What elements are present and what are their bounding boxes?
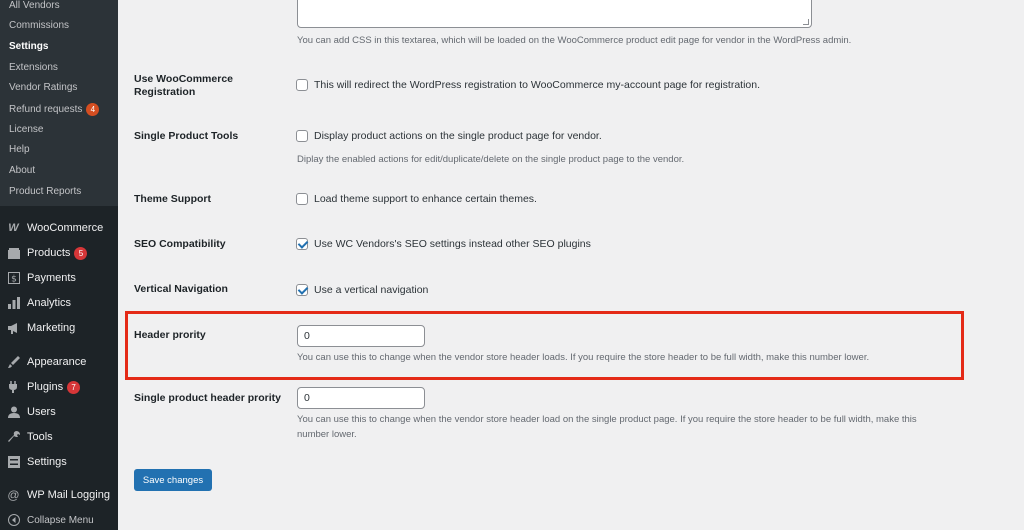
textarea-resize-handle[interactable]	[803, 19, 809, 25]
menu-wp-mail-logging-label: WP Mail Logging	[27, 489, 110, 501]
header-priority-description: You can use this to change when the vend…	[297, 352, 870, 363]
analytics-icon	[6, 296, 21, 310]
single-product-tools-label: Single Product Tools	[134, 130, 239, 142]
woo-registration-option[interactable]: This will redirect the WordPress registr…	[296, 79, 760, 91]
settings-icon	[6, 455, 21, 469]
highlight-box	[125, 311, 964, 380]
submenu-help[interactable]: Help	[9, 144, 30, 156]
menu-payments[interactable]: $ Payments	[6, 270, 76, 286]
single-product-tools-option[interactable]: Display product actions on the single pr…	[296, 130, 602, 142]
custom-css-description: You can add CSS in this textarea, which …	[297, 35, 852, 46]
menu-appearance-label: Appearance	[27, 356, 87, 368]
seo-compatibility-option[interactable]: Use WC Vendors's SEO settings instead ot…	[296, 238, 591, 250]
menu-analytics[interactable]: Analytics	[6, 295, 71, 311]
menu-payments-label: Payments	[27, 272, 76, 284]
single-header-priority-description: You can use this to change when the vend…	[297, 412, 917, 442]
tools-icon	[6, 430, 21, 444]
submenu-refund-requests[interactable]: Refund requests 4	[9, 103, 100, 116]
header-priority-label: Header prority	[134, 329, 206, 341]
users-icon	[6, 405, 21, 419]
appearance-icon	[6, 355, 21, 369]
svg-text:$: $	[11, 275, 17, 285]
seo-compatibility-checkbox[interactable]	[296, 238, 308, 250]
submenu-all-vendors[interactable]: All Vendors	[9, 0, 60, 12]
single-header-priority-label: Single product header prority	[134, 392, 282, 404]
menu-tools[interactable]: Tools	[6, 429, 53, 445]
theme-support-text: Load theme support to enhance certain th…	[314, 193, 537, 205]
vertical-navigation-checkbox[interactable]	[296, 284, 308, 296]
admin-sidebar: All Vendors Commissions Settings Extensi…	[0, 0, 118, 530]
menu-marketing[interactable]: Marketing	[6, 320, 75, 336]
single-product-tools-checkbox[interactable]	[296, 130, 308, 142]
submenu-commissions[interactable]: Commissions	[9, 20, 69, 32]
vertical-navigation-option[interactable]: Use a vertical navigation	[296, 284, 428, 296]
products-icon	[6, 246, 21, 260]
save-changes-button[interactable]: Save changes	[134, 469, 212, 491]
menu-woocommerce-label: WooCommerce	[27, 222, 104, 234]
settings-content: You can add CSS in this textarea, which …	[118, 0, 1024, 530]
vertical-navigation-label: Vertical Navigation	[134, 283, 228, 295]
submenu-about[interactable]: About	[9, 165, 35, 177]
single-product-tools-text: Display product actions on the single pr…	[314, 130, 602, 142]
menu-settings[interactable]: Settings	[6, 454, 67, 470]
woo-registration-text: This will redirect the WordPress registr…	[314, 79, 761, 91]
woo-registration-checkbox[interactable]	[296, 79, 308, 91]
submenu-refund-requests-label: Refund requests	[9, 104, 83, 115]
collapse-menu-label: Collapse Menu	[27, 514, 94, 526]
seo-compatibility-text: Use WC Vendors's SEO settings instead ot…	[314, 238, 591, 250]
menu-plugins[interactable]: Plugins 7	[6, 379, 81, 395]
plugins-icon	[6, 380, 21, 394]
marketing-icon	[6, 321, 21, 335]
payments-icon: $	[6, 271, 21, 285]
theme-support-checkbox[interactable]	[296, 193, 308, 205]
vertical-navigation-text: Use a vertical navigation	[314, 284, 429, 296]
menu-marketing-label: Marketing	[27, 322, 76, 334]
custom-css-textarea[interactable]	[297, 0, 812, 28]
woo-registration-label-line1: Use WooCommerce	[134, 73, 234, 85]
single-header-priority-description-line1: You can use this to change when the vend…	[297, 414, 917, 425]
menu-settings-label: Settings	[27, 456, 67, 468]
menu-appearance[interactable]: Appearance	[6, 354, 86, 370]
plugins-badge: 7	[67, 380, 81, 394]
submenu-extensions[interactable]: Extensions	[9, 62, 58, 74]
collapse-menu-button[interactable]: Collapse Menu	[6, 512, 94, 528]
menu-tools-label: Tools	[27, 431, 53, 443]
submenu-license[interactable]: License	[9, 124, 43, 136]
woo-registration-label: Use WooCommerce Registration	[134, 73, 233, 99]
menu-analytics-label: Analytics	[27, 297, 72, 309]
woo-registration-label-line2: Registration	[134, 86, 196, 98]
at-icon: @	[7, 488, 20, 502]
refund-requests-badge: 4	[86, 103, 100, 116]
single-header-priority-description-line2: number lower.	[297, 429, 357, 440]
menu-products[interactable]: Products 5	[6, 245, 88, 261]
submenu-settings[interactable]: Settings	[9, 41, 48, 53]
menu-wp-mail-logging[interactable]: @ WP Mail Logging	[6, 487, 110, 503]
theme-support-option[interactable]: Load theme support to enhance certain th…	[296, 193, 537, 205]
header-priority-input[interactable]: 0	[297, 325, 425, 347]
products-badge: 5	[74, 246, 88, 260]
seo-compatibility-label: SEO Compatibility	[134, 238, 226, 250]
collapse-icon	[6, 513, 21, 527]
vendors-submenu: All Vendors Commissions Settings Extensi…	[0, 0, 118, 206]
submenu-vendor-ratings[interactable]: Vendor Ratings	[9, 82, 77, 94]
submenu-product-reports[interactable]: Product Reports	[9, 186, 81, 198]
theme-support-label: Theme Support	[134, 193, 212, 205]
menu-users[interactable]: Users	[6, 404, 56, 420]
menu-woocommerce[interactable]: W WooCommerce	[6, 220, 103, 236]
menu-plugins-label: Plugins	[27, 381, 64, 393]
woocommerce-icon: W	[8, 222, 19, 234]
single-header-priority-input[interactable]: 0	[297, 387, 425, 409]
menu-users-label: Users	[27, 406, 56, 418]
single-product-tools-description: Diplay the enabled actions for edit/dupl…	[297, 154, 685, 165]
menu-products-label: Products	[27, 247, 71, 259]
